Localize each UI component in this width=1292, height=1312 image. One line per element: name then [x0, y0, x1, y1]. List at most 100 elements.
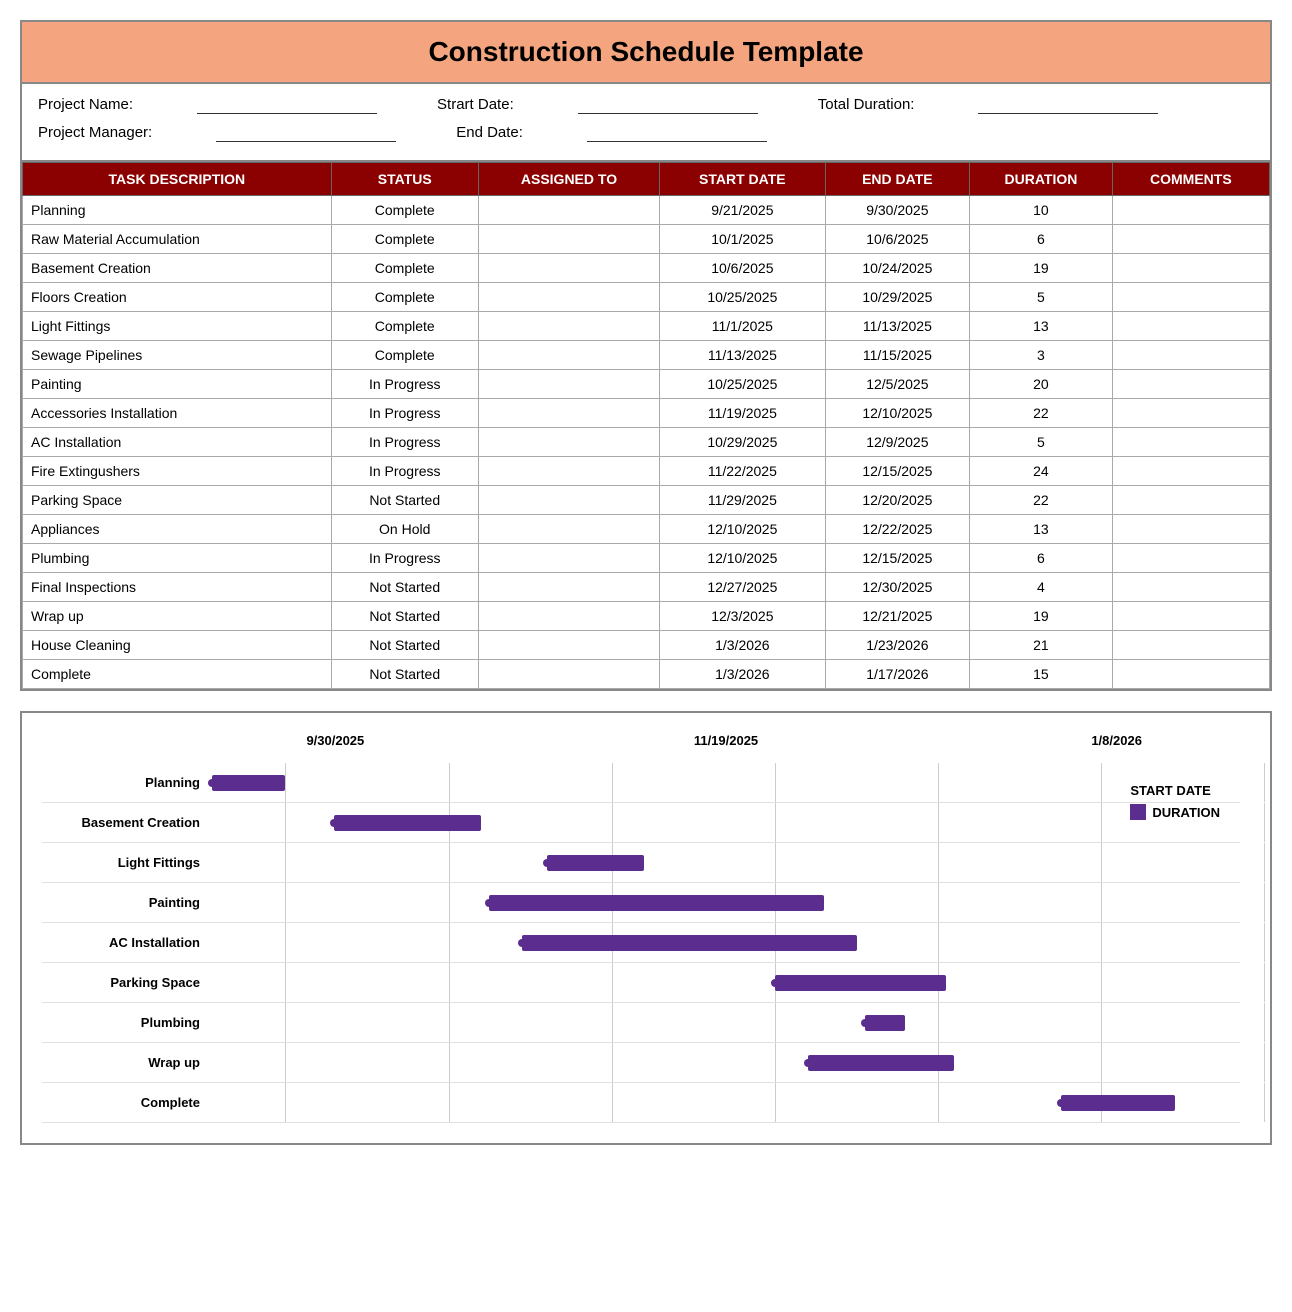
- task-assigned: [478, 573, 659, 602]
- table-row: Complete Not Started 1/3/2026 1/17/2026 …: [23, 660, 1270, 689]
- table-row: Basement Creation Complete 10/6/2025 10/…: [23, 254, 1270, 283]
- header-start: START DATE: [660, 163, 825, 196]
- task-name: Floors Creation: [23, 283, 332, 312]
- task-status: In Progress: [331, 428, 478, 457]
- task-duration: 13: [970, 515, 1113, 544]
- task-assigned: [478, 544, 659, 573]
- gantt-bar-area: [212, 1003, 1240, 1042]
- task-assigned: [478, 428, 659, 457]
- project-name-label: Project Name:: [38, 96, 133, 114]
- task-start-date: 12/3/2025: [660, 602, 825, 631]
- task-end-date: 1/23/2026: [825, 631, 970, 660]
- task-comments: [1112, 428, 1269, 457]
- task-assigned: [478, 457, 659, 486]
- task-duration: 5: [970, 428, 1113, 457]
- task-assigned: [478, 399, 659, 428]
- gantt-bar: [547, 855, 645, 871]
- task-end-date: 11/13/2025: [825, 312, 970, 341]
- gantt-legend: START DATE DURATION: [1130, 783, 1220, 820]
- task-end-date: 12/9/2025: [825, 428, 970, 457]
- task-end-date: 10/6/2025: [825, 225, 970, 254]
- header-task: TASK DESCRIPTION: [23, 163, 332, 196]
- gantt-task-label: Painting: [42, 895, 212, 910]
- task-comments: [1112, 370, 1269, 399]
- task-comments: [1112, 457, 1269, 486]
- task-duration: 19: [970, 602, 1113, 631]
- task-duration: 4: [970, 573, 1113, 602]
- gantt-row: Wrap up: [42, 1043, 1240, 1083]
- task-name: Appliances: [23, 515, 332, 544]
- task-duration: 21: [970, 631, 1113, 660]
- task-duration: 5: [970, 283, 1113, 312]
- gantt-bar: [808, 1055, 955, 1071]
- gantt-task-label: Light Fittings: [42, 855, 212, 870]
- task-end-date: 9/30/2025: [825, 196, 970, 225]
- gantt-bar: [775, 975, 946, 991]
- task-comments: [1112, 312, 1269, 341]
- table-row: AC Installation In Progress 10/29/2025 1…: [23, 428, 1270, 457]
- task-assigned: [478, 341, 659, 370]
- task-status: Complete: [331, 196, 478, 225]
- task-name: Light Fittings: [23, 312, 332, 341]
- task-name: Plumbing: [23, 544, 332, 573]
- task-end-date: 12/21/2025: [825, 602, 970, 631]
- task-name: Painting: [23, 370, 332, 399]
- task-end-date: 10/29/2025: [825, 283, 970, 312]
- task-name: Parking Space: [23, 486, 332, 515]
- task-start-date: 12/10/2025: [660, 515, 825, 544]
- task-assigned: [478, 254, 659, 283]
- task-status: Not Started: [331, 602, 478, 631]
- table-row: Fire Extingushers In Progress 11/22/2025…: [23, 457, 1270, 486]
- task-duration: 6: [970, 544, 1113, 573]
- page-title: Construction Schedule Template: [22, 22, 1270, 84]
- end-date-value: [587, 124, 767, 142]
- table-row: Final Inspections Not Started 12/27/2025…: [23, 573, 1270, 602]
- task-comments: [1112, 573, 1269, 602]
- task-status: In Progress: [331, 457, 478, 486]
- gantt-bar-area: [212, 963, 1240, 1002]
- task-duration: 15: [970, 660, 1113, 689]
- task-duration: 20: [970, 370, 1113, 399]
- gantt-bar-area: [212, 843, 1240, 882]
- end-date-label: End Date:: [456, 124, 523, 142]
- start-date-label: Strart Date:: [437, 96, 514, 114]
- task-status: Not Started: [331, 660, 478, 689]
- task-status: On Hold: [331, 515, 478, 544]
- task-duration: 22: [970, 399, 1113, 428]
- task-status: In Progress: [331, 370, 478, 399]
- task-start-date: 11/13/2025: [660, 341, 825, 370]
- task-end-date: 10/24/2025: [825, 254, 970, 283]
- table-row: Light Fittings Complete 11/1/2025 11/13/…: [23, 312, 1270, 341]
- table-row: Raw Material Accumulation Complete 10/1/…: [23, 225, 1270, 254]
- task-start-date: 12/10/2025: [660, 544, 825, 573]
- task-status: In Progress: [331, 399, 478, 428]
- task-end-date: 12/22/2025: [825, 515, 970, 544]
- schedule-table: TASK DESCRIPTION STATUS ASSIGNED TO STAR…: [22, 162, 1270, 689]
- gantt-bar-area: [212, 803, 1240, 842]
- gantt-bar: [489, 895, 824, 911]
- task-duration: 22: [970, 486, 1113, 515]
- task-start-date: 9/21/2025: [660, 196, 825, 225]
- task-assigned: [478, 660, 659, 689]
- total-duration-label: Total Duration:: [818, 96, 915, 114]
- task-assigned: [478, 602, 659, 631]
- gantt-task-label: Parking Space: [42, 975, 212, 990]
- total-duration-value: [978, 96, 1158, 114]
- task-status: Not Started: [331, 631, 478, 660]
- task-comments: [1112, 515, 1269, 544]
- header-comments: COMMENTS: [1112, 163, 1269, 196]
- task-end-date: 12/15/2025: [825, 457, 970, 486]
- task-end-date: 12/30/2025: [825, 573, 970, 602]
- gantt-bar-area: [212, 1043, 1240, 1082]
- task-name: Final Inspections: [23, 573, 332, 602]
- gantt-row: Plumbing: [42, 1003, 1240, 1043]
- gantt-bar-area: [212, 883, 1240, 922]
- gantt-row: Painting: [42, 883, 1240, 923]
- task-duration: 13: [970, 312, 1113, 341]
- task-name: Basement Creation: [23, 254, 332, 283]
- gantt-bar: [1061, 1095, 1175, 1111]
- task-duration: 19: [970, 254, 1113, 283]
- task-assigned: [478, 312, 659, 341]
- task-status: Complete: [331, 283, 478, 312]
- header-duration: DURATION: [970, 163, 1113, 196]
